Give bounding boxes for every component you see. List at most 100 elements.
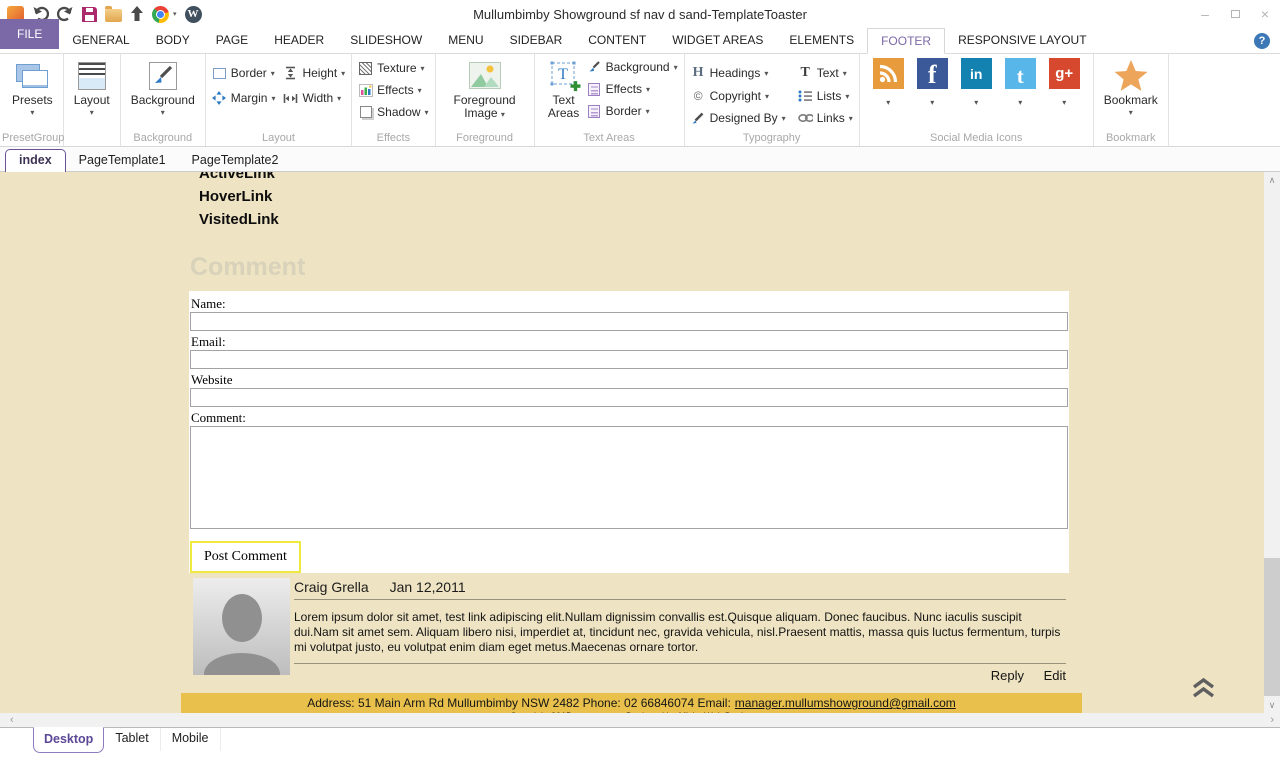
text-button[interactable]: TText▾	[798, 65, 853, 81]
scroll-up-arrow[interactable]: ∧	[1264, 172, 1280, 188]
website-input[interactable]	[190, 388, 1068, 407]
save-icon[interactable]	[82, 7, 97, 22]
margin-button[interactable]: Margin▾	[212, 91, 276, 105]
links-button[interactable]: Links▾	[798, 111, 853, 125]
active-link[interactable]: ActiveLink	[199, 172, 1082, 185]
device-tab-desktop[interactable]: Desktop	[33, 727, 104, 753]
layout-button[interactable]: Layout ▾	[70, 57, 114, 117]
foreground-image-button[interactable]: Foreground Image ▾	[442, 57, 528, 120]
template-tab-pagetemplate2[interactable]: PageTemplate2	[179, 150, 292, 171]
device-tab-tablet[interactable]: Tablet	[104, 728, 160, 751]
tab-page[interactable]: PAGE	[203, 27, 261, 53]
template-tab-index[interactable]: index	[5, 149, 66, 172]
text-area-background-button[interactable]: Background▾	[587, 60, 678, 74]
ribbon-group-layout: Border▾ Height▾ Margin▾ Width▾ Layout	[206, 54, 352, 146]
post-comment-button[interactable]: Post Comment	[190, 541, 301, 573]
tab-sidebar[interactable]: SIDEBAR	[497, 27, 576, 53]
googleplus-button[interactable]: g+▾	[1049, 58, 1080, 107]
comment-textarea[interactable]	[190, 426, 1068, 529]
tab-body[interactable]: BODY	[143, 27, 203, 53]
designed-by-button[interactable]: Designed By▾	[691, 111, 786, 125]
headings-button[interactable]: HHeadings▾	[691, 65, 786, 81]
text-area-border-button[interactable]: Border▾	[587, 104, 678, 118]
site-preview: ActiveLink HoverLink VisitedLink Comment…	[181, 172, 1082, 713]
tab-footer[interactable]: FOOTER	[867, 28, 945, 54]
border-button[interactable]: Border▾	[212, 66, 276, 80]
template-tab-pagetemplate1[interactable]: PageTemplate1	[66, 150, 179, 171]
scroll-to-top-icon[interactable]	[1190, 677, 1217, 704]
texture-button[interactable]: Texture▾	[358, 61, 428, 75]
edit-link[interactable]: Edit	[1044, 668, 1066, 683]
tab-widget-areas[interactable]: WIDGET AREAS	[659, 27, 776, 53]
dropdown-caret-icon: ▾	[974, 98, 978, 107]
bookmark-button[interactable]: Bookmark ▾	[1100, 57, 1162, 117]
template-tab-strip: index PageTemplate1 PageTemplate2	[0, 147, 1280, 172]
tab-slideshow[interactable]: SLIDESHOW	[337, 27, 435, 53]
tab-header[interactable]: HEADER	[261, 27, 337, 53]
dropdown-caret-icon: ▾	[782, 114, 786, 123]
scroll-down-arrow[interactable]: ∨	[1264, 697, 1280, 713]
copyright-icon: ©	[691, 89, 706, 103]
hover-link[interactable]: HoverLink	[199, 185, 1082, 208]
rss-button[interactable]: ▾	[873, 58, 904, 107]
open-folder-icon[interactable]	[105, 9, 122, 22]
twitter-button[interactable]: t▾	[1005, 58, 1036, 107]
text-area-effects-button[interactable]: Effects▾	[587, 82, 678, 96]
twitter-icon: t	[1005, 58, 1036, 89]
horizontal-scrollbar[interactable]: ‹ ›	[0, 713, 1280, 727]
background-brush-icon	[149, 62, 177, 90]
headings-icon: H	[691, 65, 706, 81]
help-icon[interactable]: ?	[1254, 33, 1270, 49]
visited-link[interactable]: VisitedLink	[199, 208, 1082, 231]
tab-content[interactable]: CONTENT	[575, 27, 659, 53]
effects-icon	[358, 84, 373, 97]
copyright-button[interactable]: ©Copyright▾	[691, 89, 786, 103]
dropdown-caret-icon: ▾	[886, 98, 890, 107]
tab-file[interactable]: FILE	[0, 19, 59, 49]
dropdown-caret-icon: ▾	[421, 64, 425, 73]
email-input[interactable]	[190, 350, 1068, 369]
browser-preview-icon[interactable]	[152, 6, 169, 23]
ribbon-group-bookmark: Bookmark ▾ Bookmark	[1094, 54, 1169, 146]
text-areas-button[interactable]: T Text Areas	[541, 57, 587, 120]
width-button[interactable]: Width▾	[283, 91, 345, 105]
device-tab-mobile[interactable]: Mobile	[161, 728, 221, 751]
tab-responsive-layout[interactable]: RESPONSIVE LAYOUT	[945, 27, 1099, 53]
margin-icon	[212, 91, 227, 105]
wordpress-icon[interactable]: W	[185, 6, 202, 23]
close-button[interactable]: ×	[1250, 0, 1280, 28]
facebook-button[interactable]: f▾	[917, 58, 948, 107]
vertical-scrollbar-thumb[interactable]	[1264, 558, 1280, 696]
redo-icon[interactable]	[57, 6, 74, 22]
linkedin-button[interactable]: in▾	[961, 58, 992, 107]
export-icon[interactable]	[130, 6, 144, 22]
height-button[interactable]: Height▾	[283, 66, 345, 80]
footer-copyright: Copyright 2015	[510, 711, 571, 713]
minimize-button[interactable]: –	[1190, 0, 1220, 28]
footer-email-link[interactable]: manager.mullumshowground@gmail.com	[735, 696, 956, 710]
tab-general[interactable]: GENERAL	[59, 27, 142, 53]
facebook-icon: f	[917, 58, 948, 89]
dropdown-caret-icon: ▾	[646, 107, 650, 116]
browser-caret-icon[interactable]: ▾	[173, 10, 177, 18]
designer-link[interactable]: Micks Web Design	[679, 711, 753, 713]
shadow-button[interactable]: Shadow▾	[358, 105, 428, 119]
presets-button[interactable]: Presets ▾	[8, 57, 57, 117]
name-input[interactable]	[190, 312, 1068, 331]
effects-button[interactable]: Effects▾	[358, 83, 428, 97]
ribbon-group-text-areas: T Text Areas Background▾ Effects▾ Border…	[535, 54, 685, 146]
tab-menu[interactable]: MENU	[435, 27, 496, 53]
reply-link[interactable]: Reply	[991, 668, 1024, 683]
scroll-left-arrow[interactable]: ‹	[10, 714, 14, 726]
scroll-right-arrow[interactable]: ›	[1270, 714, 1274, 726]
dropdown-caret-icon: ▾	[646, 85, 650, 94]
background-button[interactable]: Background ▾	[127, 57, 199, 117]
tab-elements[interactable]: ELEMENTS	[776, 27, 867, 53]
brush-icon	[587, 60, 602, 74]
dropdown-caret-icon: ▾	[764, 69, 768, 78]
maximize-button[interactable]	[1220, 0, 1250, 28]
vertical-scrollbar[interactable]: ∧ ∨	[1264, 172, 1280, 713]
shadow-icon	[360, 106, 372, 118]
titlebar: ▾ W Mullumbimby Showground sf nav d sand…	[0, 0, 1280, 28]
lists-button[interactable]: Lists▾	[798, 89, 853, 103]
